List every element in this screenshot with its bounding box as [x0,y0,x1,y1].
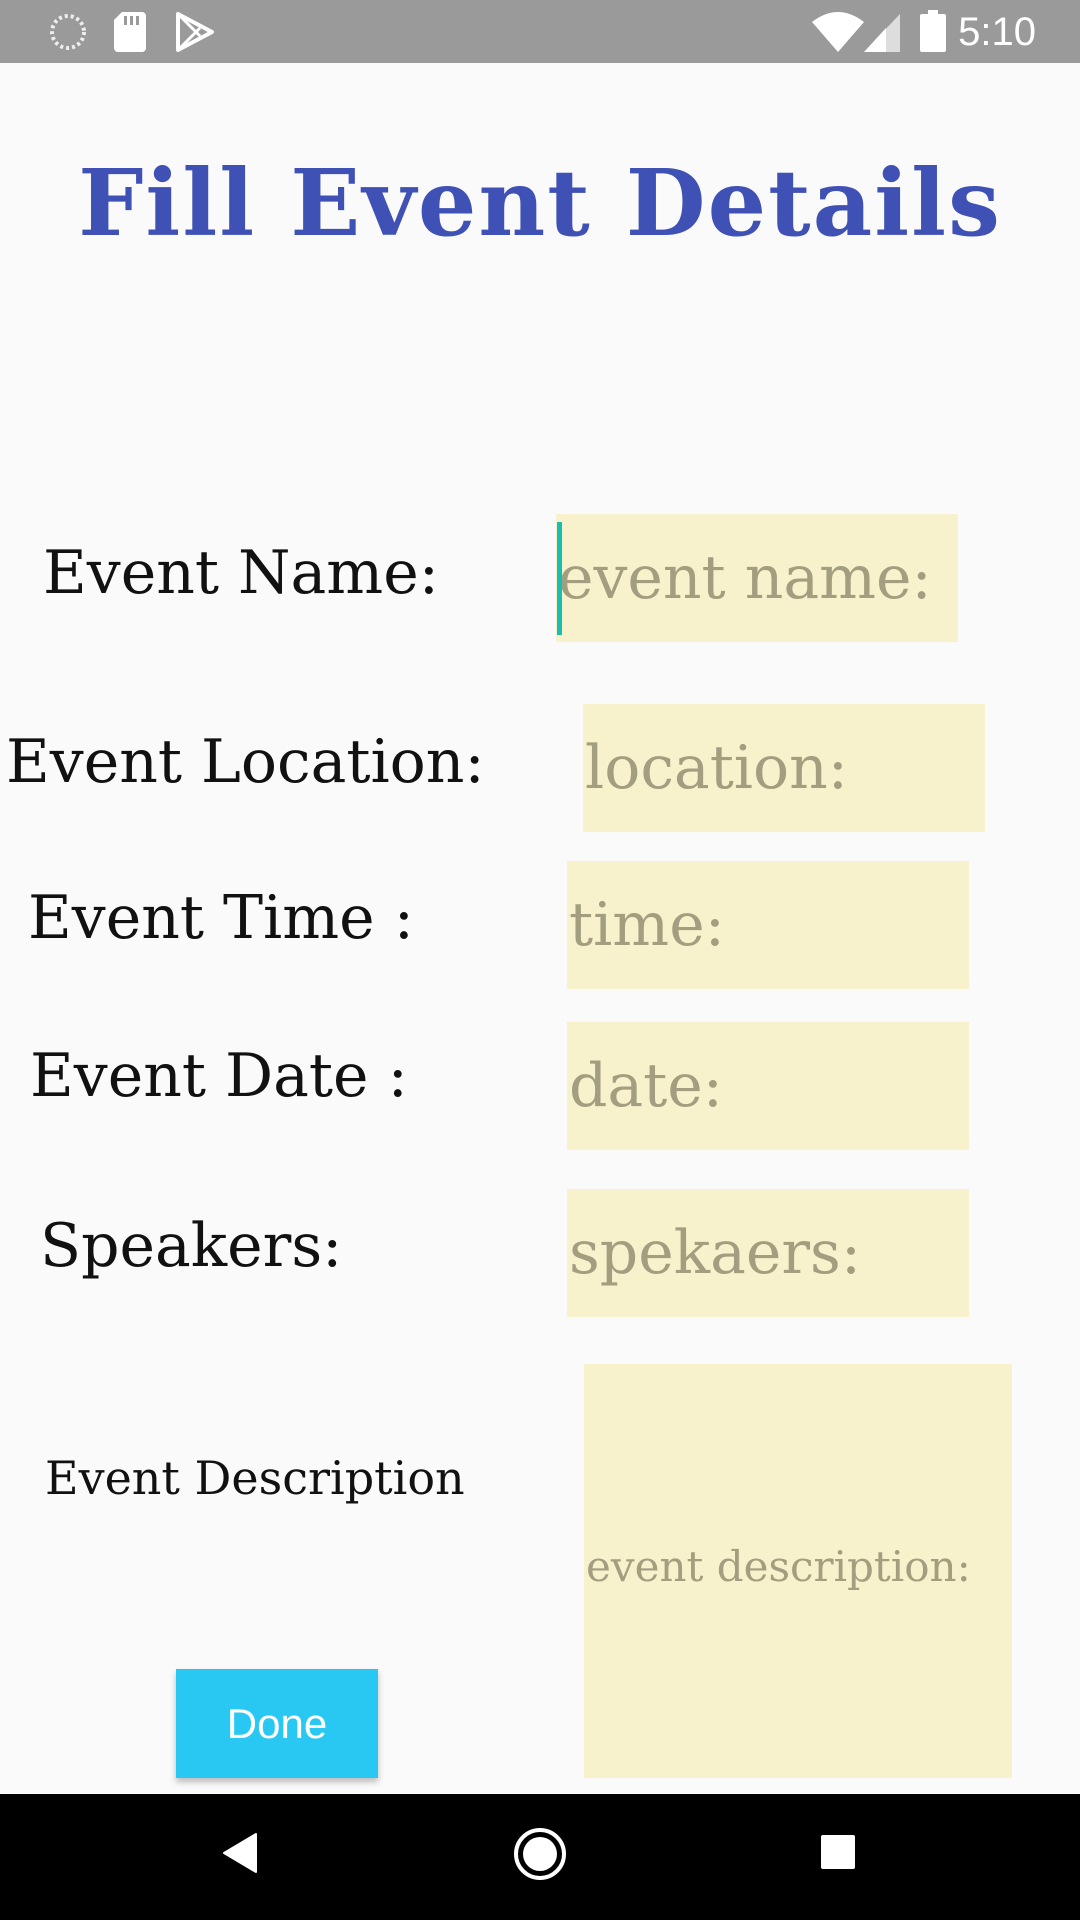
event-name-label: Event Name: [43,538,439,608]
loading-circle-icon [50,14,86,50]
cellular-signal-icon [864,14,900,52]
navigation-bar [0,1794,1080,1920]
speakers-input[interactable] [567,1189,969,1317]
event-description-label: Event Description [45,1451,465,1505]
done-button[interactable]: Done [176,1669,378,1778]
status-time: 5:10 [958,10,1036,54]
battery-icon [920,10,946,52]
event-date-input[interactable] [567,1022,969,1150]
recents-icon[interactable] [820,1834,856,1870]
event-name-input[interactable] [556,514,958,642]
event-date-label: Event Date : [30,1041,408,1111]
event-description-input[interactable] [584,1364,1012,1778]
speakers-label: Speakers: [40,1211,343,1281]
play-store-icon [176,12,214,52]
sd-card-icon [114,12,146,52]
event-time-label: Event Time : [28,883,414,953]
event-location-input[interactable] [583,704,985,832]
wifi-icon [812,12,864,52]
back-icon[interactable] [222,1832,258,1874]
page-title: Fill Event Details [78,149,1002,257]
text-cursor [557,522,562,635]
event-time-input[interactable] [567,861,969,989]
status-bar: 5:10 [0,0,1080,63]
home-icon[interactable] [513,1827,567,1881]
event-location-label: Event Location: [6,727,485,797]
